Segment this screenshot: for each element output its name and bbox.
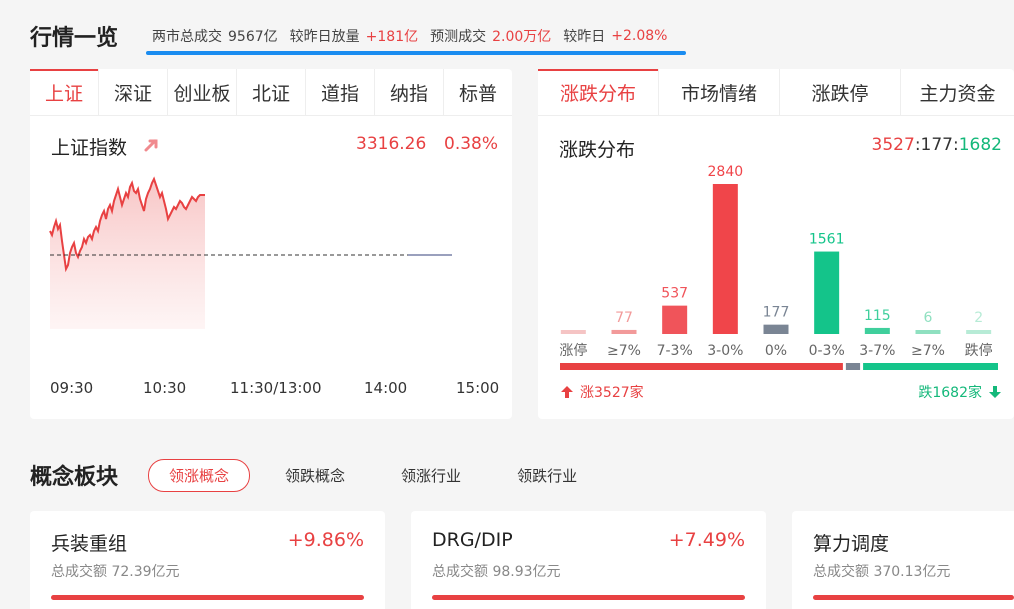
arrow-down-icon	[989, 386, 1001, 398]
concept-change-pct: +7.49%	[668, 529, 745, 551]
index-panel: 上证 深证 创业板 北证 道指 纳指 标普 上证指数 3316.26 0.38%…	[30, 69, 512, 419]
forecast-vs-label: 较昨日	[563, 29, 606, 45]
time-label-0930: 09:30	[50, 379, 94, 397]
distribution-bar	[966, 330, 992, 334]
tab-sentiment[interactable]: 市场情绪	[659, 69, 780, 115]
distribution-value-label: 1561	[809, 232, 845, 248]
distribution-category-label: ≥7%	[607, 343, 641, 359]
distribution-bar	[814, 251, 840, 334]
distribution-category-label: 3-0%	[707, 343, 743, 359]
tab-sp500[interactable]: 标普	[444, 69, 512, 115]
distribution-bar	[560, 330, 586, 334]
distribution-category-label: 涨停	[559, 342, 587, 359]
arrow-up-icon	[561, 386, 573, 398]
index-name: 上证指数	[51, 137, 128, 159]
page-title: 行情一览	[30, 26, 119, 51]
distribution-panel: 涨跌分布 市场情绪 涨跌停 主力资金 涨跌分布 3527:177:1682 涨停…	[538, 69, 1014, 419]
index-value: 3316.26	[356, 134, 427, 154]
tab-nasdaq[interactable]: 纳指	[375, 69, 444, 115]
turnover-label: 两市总成交	[152, 29, 223, 45]
distribution-category-label: 3-7%	[859, 343, 895, 359]
down-count-text: 跌1682家	[918, 385, 982, 401]
market-summary: 两市总成交 9567亿 较昨日放量 +181亿 预测成交 2.00万亿 较昨日 …	[146, 23, 686, 55]
intraday-chart	[49, 176, 452, 329]
concept-name: 算力调度	[813, 533, 890, 555]
tab-distribution[interactable]: 涨跌分布	[538, 69, 659, 115]
distribution-chart: 涨停 77 ≥7% 537 7-3% 2840 3-0% 177 0% 1561 0-3% 115 3-…	[559, 164, 998, 370]
distribution-bar	[611, 329, 637, 334]
forecast-value: 2.00万亿	[492, 29, 552, 45]
distribution-category-label: 跌停	[965, 342, 993, 359]
tab-limit[interactable]: 涨跌停	[780, 69, 901, 115]
distribution-bar	[712, 184, 738, 334]
tab-leading-down-industries[interactable]: 领跌行业	[496, 459, 598, 492]
distribution-bar	[662, 305, 688, 334]
concept-name: 兵装重组	[51, 533, 128, 555]
split-bar-down	[863, 363, 998, 370]
tab-beijing[interactable]: 北证	[237, 69, 306, 115]
distribution-category-label: 0-3%	[809, 343, 845, 359]
split-bar-flat	[845, 363, 861, 370]
vs-value: +181亿	[365, 29, 419, 45]
concept-title: 概念板块	[30, 465, 119, 490]
tab-chinext[interactable]: 创业板	[168, 69, 237, 115]
index-change-pct: 0.38%	[444, 134, 499, 154]
turnover-value: 9567亿	[228, 29, 278, 45]
tab-dow[interactable]: 道指	[306, 69, 375, 115]
distribution-value-label: 2840	[708, 164, 744, 180]
concept-card[interactable]: DRG/DIP +7.49% 总成交额 98.93亿元	[411, 511, 766, 609]
tab-main-funds[interactable]: 主力资金	[901, 69, 1014, 115]
concept-bar	[432, 595, 745, 600]
concept-header: 概念板块 领涨概念 领跌概念 领涨行业 领跌行业	[30, 458, 612, 492]
down-count: 跌1682家	[918, 382, 1002, 402]
split-bar-up	[560, 363, 843, 370]
index-tabs: 上证 深证 创业板 北证 道指 纳指 标普	[30, 69, 512, 116]
distribution-category-label: ≥7%	[911, 343, 945, 359]
ratio-down: 1682	[958, 135, 1002, 155]
ratio-flat: 177	[920, 135, 953, 155]
distribution-value-label: 77	[615, 310, 633, 326]
summary-underline	[146, 51, 686, 55]
up-count-text: 涨3527家	[580, 385, 644, 401]
ratio-up: 3527	[871, 135, 915, 155]
concept-card[interactable]: 算力调度 总成交额 370.13亿元	[792, 511, 1014, 609]
concept-bar	[813, 595, 1014, 600]
tab-leading-up-industries[interactable]: 领涨行业	[380, 459, 482, 492]
distribution-category-label: 0%	[765, 343, 787, 359]
forecast-label: 预测成交	[430, 29, 487, 45]
concept-name: DRG/DIP	[432, 529, 513, 551]
up-count: 涨3527家	[560, 382, 644, 402]
distribution-tabs: 涨跌分布 市场情绪 涨跌停 主力资金	[538, 69, 1014, 116]
distribution-bar	[763, 324, 789, 334]
distribution-bar	[915, 330, 941, 334]
distribution-value-label: 177	[763, 305, 790, 321]
tab-shenzhen[interactable]: 深证	[99, 69, 168, 115]
vs-label: 较昨日放量	[289, 29, 360, 45]
up-down-ratio: 3527:177:1682	[872, 135, 1002, 155]
distribution-value-label: 2	[974, 310, 983, 326]
forecast-vs-value: +2.08%	[611, 28, 668, 44]
distribution-title: 涨跌分布	[559, 139, 636, 161]
tab-leading-down-concepts[interactable]: 领跌概念	[264, 459, 366, 492]
tab-leading-up-concepts[interactable]: 领涨概念	[148, 458, 251, 492]
distribution-bar	[864, 327, 890, 334]
concept-turnover: 总成交额 98.93亿元	[432, 564, 561, 580]
time-label-1500: 15:00	[456, 379, 500, 397]
concept-turnover: 总成交额 370.13亿元	[813, 564, 951, 580]
distribution-category-label: 7-3%	[657, 343, 693, 359]
concept-turnover: 总成交额 72.39亿元	[51, 564, 180, 580]
trend-up-arrow-icon	[144, 139, 158, 152]
concept-bar	[51, 595, 364, 600]
tab-shanghai[interactable]: 上证	[30, 69, 99, 115]
distribution-value-label: 115	[864, 308, 891, 324]
time-label-1130: 11:30/13:00	[230, 379, 322, 397]
concept-card[interactable]: 兵装重组 +9.86% 总成交额 72.39亿元	[30, 511, 385, 609]
time-label-1400: 14:00	[364, 379, 408, 397]
distribution-value-label: 537	[661, 286, 688, 302]
market-overview-header: 行情一览 两市总成交 9567亿 较昨日放量 +181亿 预测成交 2.00万亿…	[30, 18, 686, 55]
distribution-value-label: 6	[924, 310, 933, 326]
concept-change-pct: +9.86%	[287, 529, 364, 551]
time-label-1030: 10:30	[143, 379, 187, 397]
